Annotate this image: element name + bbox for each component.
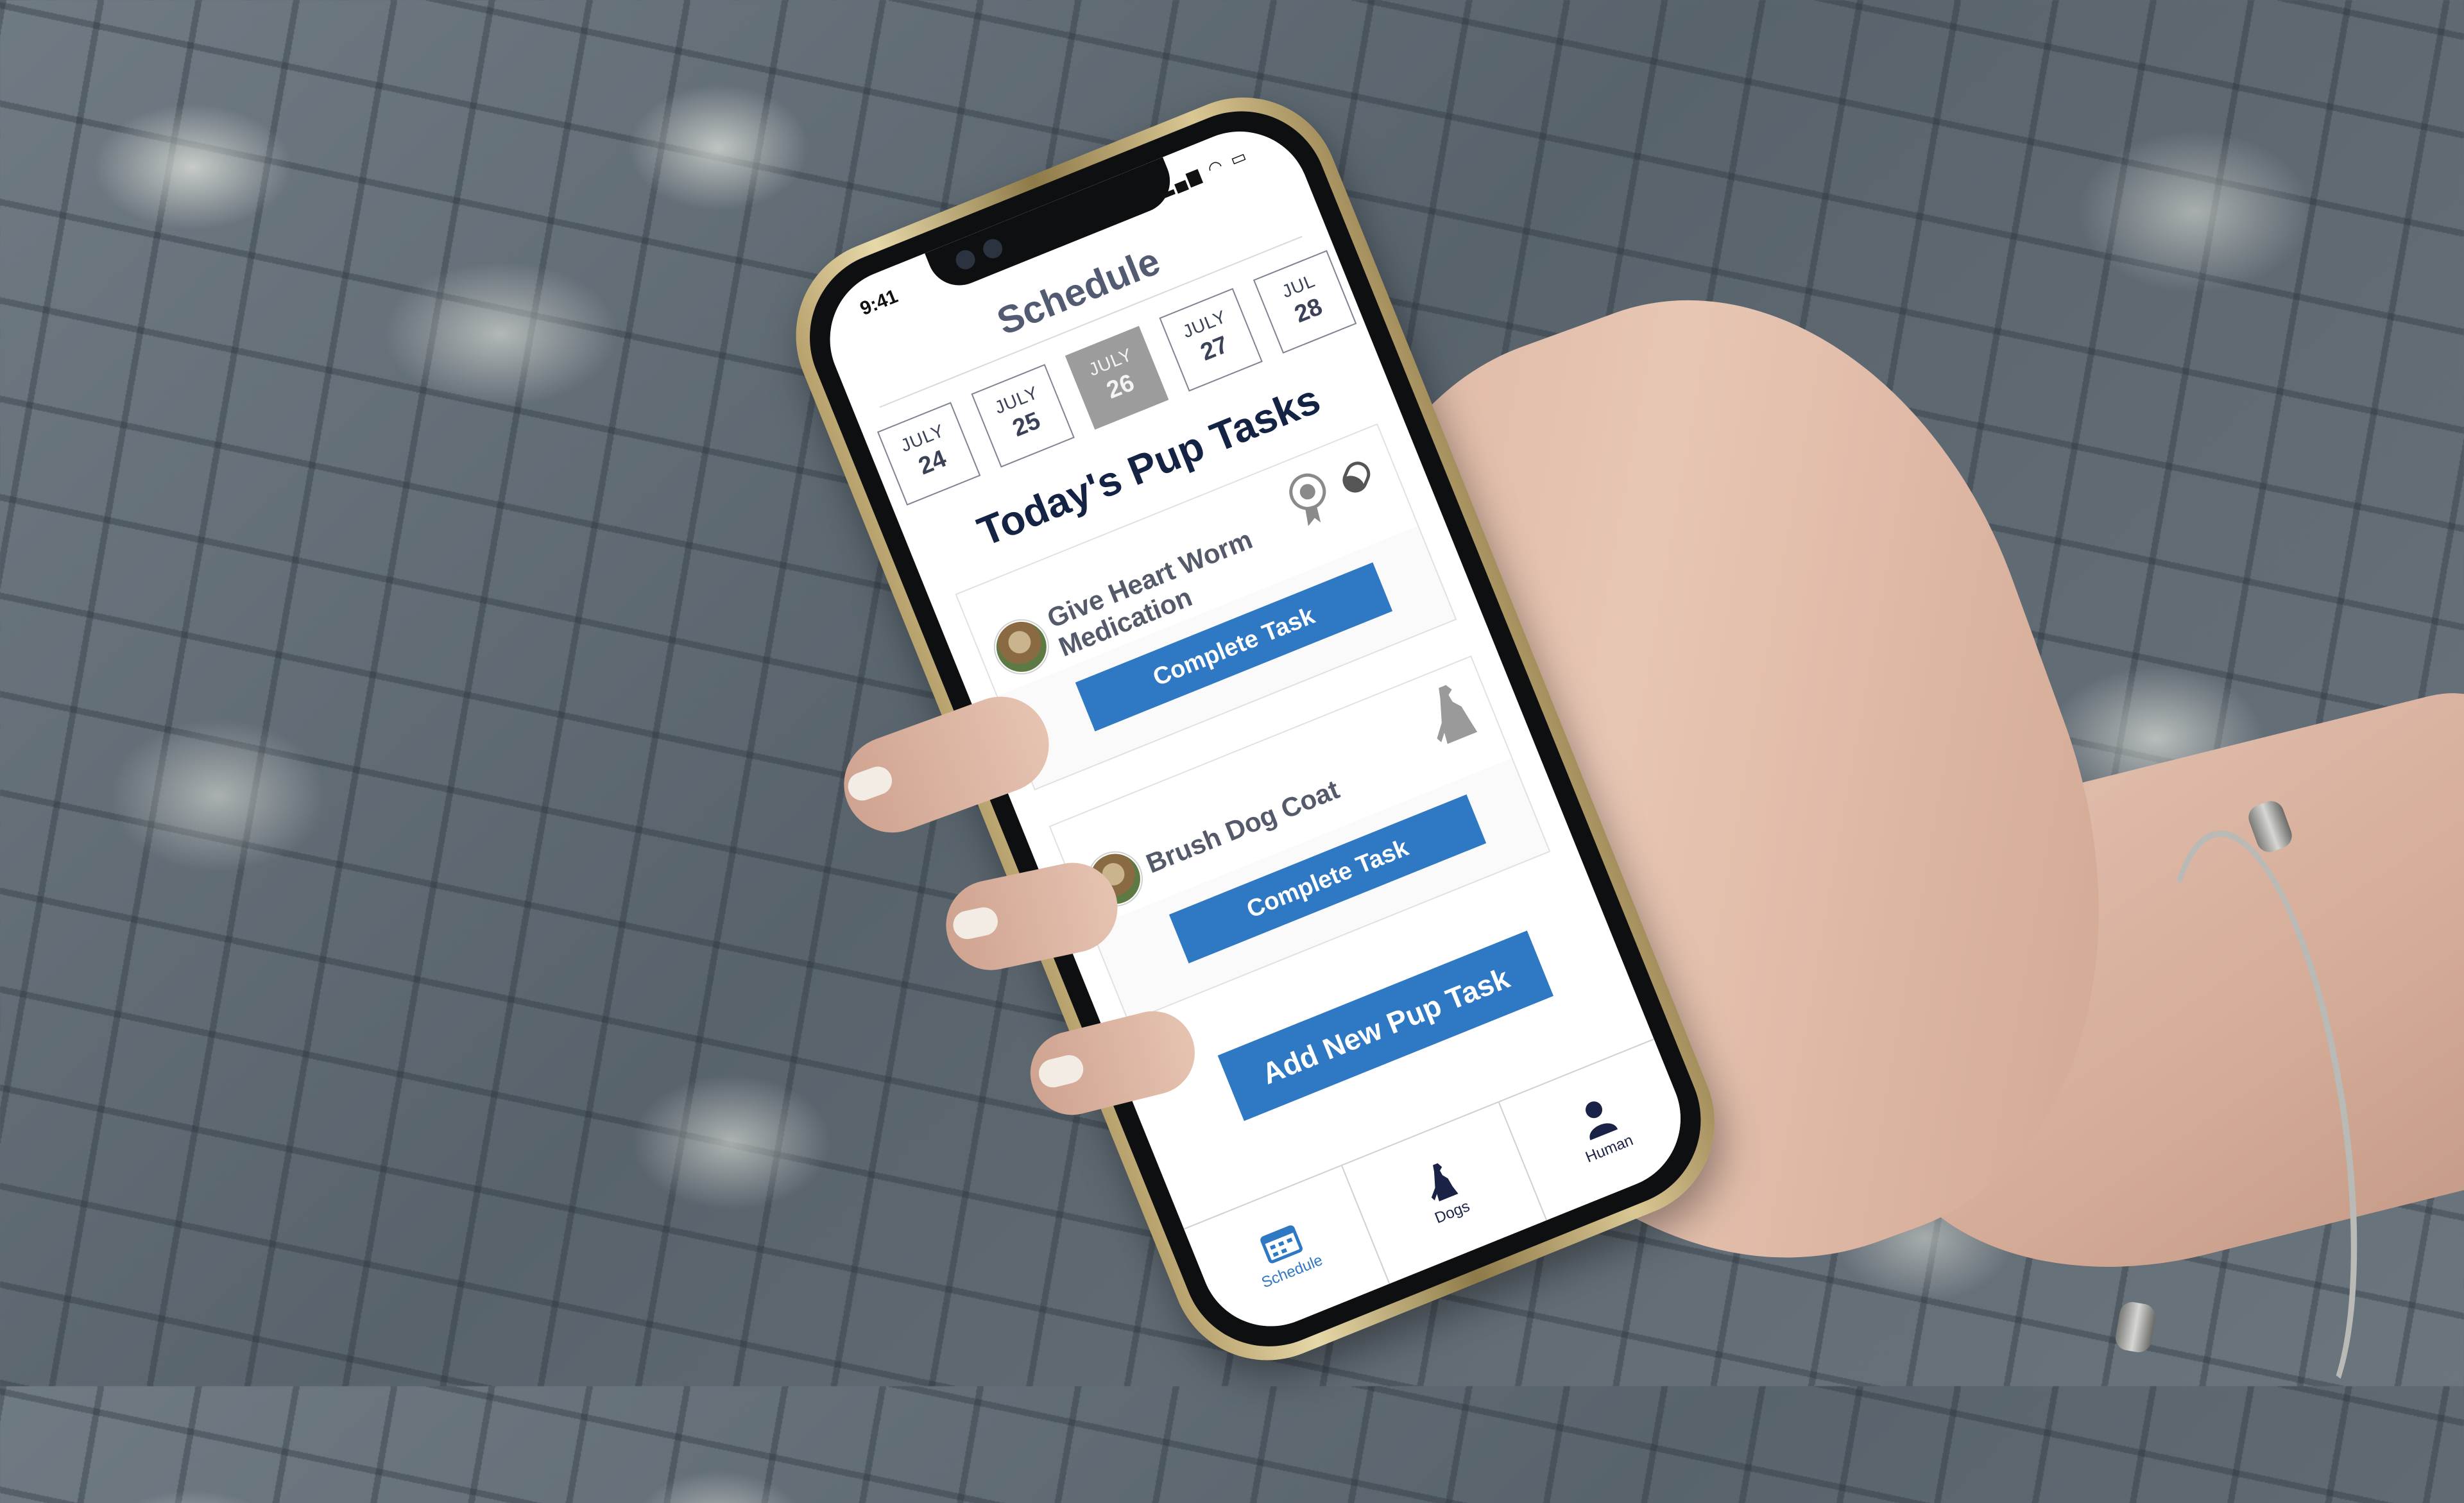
status-time: 9:41 xyxy=(857,286,901,320)
person-icon xyxy=(1585,1101,1618,1140)
date-item[interactable]: JULY 27 xyxy=(1159,288,1263,392)
bracelet-bead xyxy=(2113,1300,2158,1355)
date-item[interactable]: JUL 28 xyxy=(1253,250,1357,354)
thumbnail xyxy=(844,762,896,805)
date-item-selected[interactable]: JULY 26 xyxy=(1065,325,1169,430)
date-item[interactable]: JULY 25 xyxy=(971,364,1075,468)
dog-icon xyxy=(1431,1163,1459,1202)
battery-icon: ▭ xyxy=(1227,144,1252,170)
sensor-icon xyxy=(980,236,1005,262)
camera-icon xyxy=(952,247,979,273)
wifi-icon: ◠ xyxy=(1204,154,1228,179)
phone: 9:41 ▂▄▆ ◠ ▭ Schedule JULY 24 JULY 25 JU… xyxy=(564,0,1951,1503)
date-item[interactable]: JULY 24 xyxy=(877,402,981,506)
fingernail xyxy=(1036,1052,1086,1091)
fingernail xyxy=(950,904,1001,942)
